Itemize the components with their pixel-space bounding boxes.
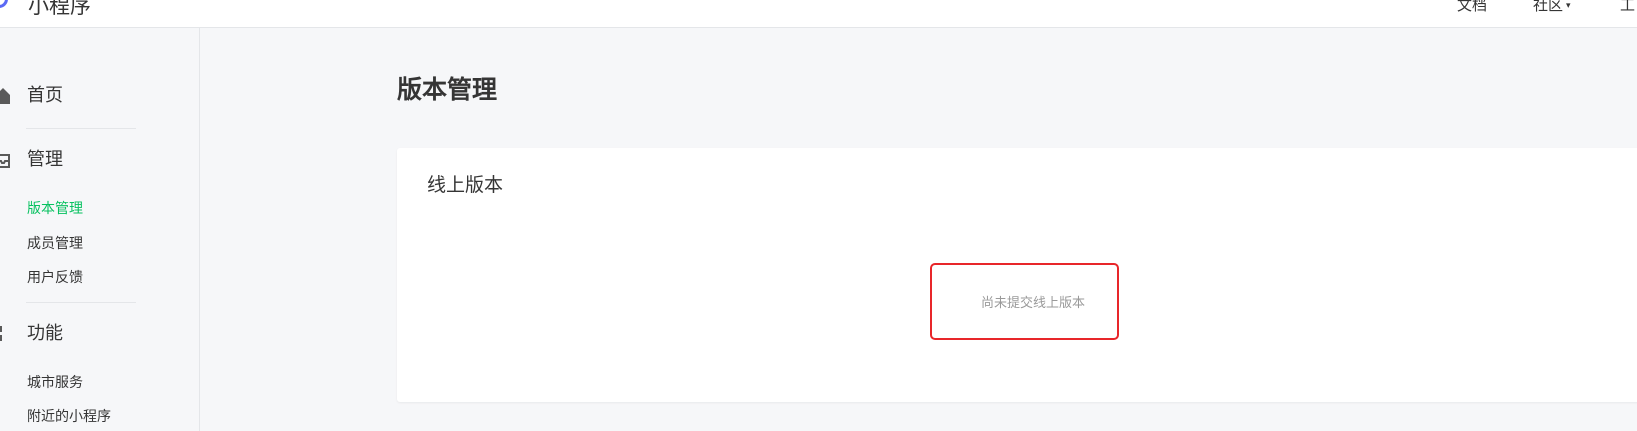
home-icon — [0, 88, 10, 104]
empty-state-highlight: 尚未提交线上版本 — [930, 263, 1119, 340]
sidebar-item-user-feedback[interactable]: 用户反馈 — [27, 269, 83, 287]
brand-name[interactable]: 小程序 — [28, 0, 91, 20]
nav-community-link[interactable]: 社区 ▾ — [1533, 0, 1571, 15]
sidebar-section-label: 功能 — [27, 323, 63, 344]
logo-icon[interactable] — [0, 0, 8, 8]
card-title: 线上版本 — [427, 174, 504, 196]
sidebar-item-label: 首页 — [27, 85, 63, 106]
page-title: 版本管理 — [397, 75, 498, 104]
online-version-card: 线上版本 尚未提交线上版本 — [397, 148, 1637, 402]
grid-icon — [0, 326, 2, 341]
empty-state-text: 尚未提交线上版本 — [981, 296, 1086, 311]
chevron-down-icon: ▾ — [1566, 0, 1571, 11]
sidebar-divider — [26, 128, 136, 129]
sidebar-item-city-services[interactable]: 城市服务 — [27, 374, 83, 392]
sidebar-divider — [26, 302, 136, 303]
sidebar-item-nearby-miniprogram[interactable]: 附近的小程序 — [27, 408, 111, 426]
top-bar: 小程序 文档 社区 ▾ 工 — [0, 0, 1637, 28]
nav-docs-link[interactable]: 文档 — [1457, 0, 1487, 15]
sidebar-item-member-management[interactable]: 成员管理 — [27, 235, 83, 253]
nav-community-label: 社区 — [1533, 0, 1564, 14]
nav-more-link[interactable]: 工 — [1620, 0, 1635, 15]
inbox-icon — [0, 154, 10, 168]
sidebar-section-manage: 管理 — [0, 148, 140, 172]
sidebar-section-features: 功能 — [0, 322, 140, 346]
sidebar-item-home[interactable]: 首页 — [0, 84, 140, 108]
sidebar-item-version-management[interactable]: 版本管理 — [27, 200, 83, 218]
sidebar-section-label: 管理 — [27, 149, 63, 170]
sidebar: 首页 管理 版本管理 成员管理 用户反馈 功能 城市服务 附近的小程序 — [0, 28, 200, 431]
